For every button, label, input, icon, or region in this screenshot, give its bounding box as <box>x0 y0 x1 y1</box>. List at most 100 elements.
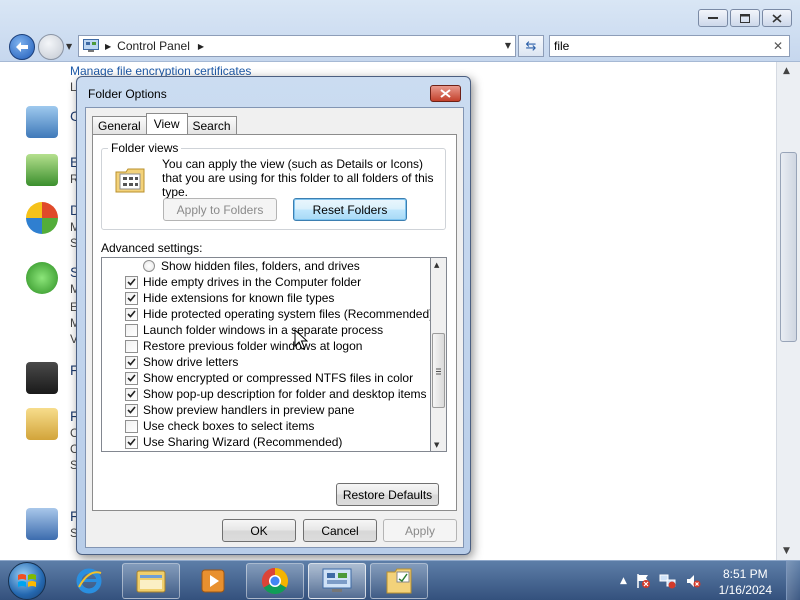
taskbar-explorer[interactable] <box>122 563 180 599</box>
folder-views-description: You can apply the view (such as Details … <box>162 157 434 199</box>
list-item-label: Show pop-up description for folder and d… <box>143 387 427 401</box>
radio-button[interactable] <box>143 260 155 272</box>
cancel-button[interactable]: Cancel <box>303 519 377 542</box>
apply-button[interactable]: Apply <box>383 519 457 542</box>
tab-view[interactable]: View <box>145 113 188 134</box>
scroll-down-icon[interactable]: ▼ <box>434 441 439 449</box>
show-desktop-button[interactable] <box>786 561 800 600</box>
tab-general[interactable]: General <box>92 116 147 134</box>
list-item-label: Hide protected operating system files (R… <box>143 307 431 321</box>
network-icon <box>26 508 58 540</box>
taskbar-media-player[interactable] <box>184 563 242 599</box>
recent-pages-dropdown[interactable]: ▼ <box>66 42 72 51</box>
explorer-scrollbar[interactable]: ▲ ▼ <box>776 62 800 560</box>
dialog-close-button[interactable] <box>430 85 461 102</box>
dialog-title: Folder Options <box>88 87 167 101</box>
list-item[interactable]: Show pop-up description for folder and d… <box>125 386 427 402</box>
list-item[interactable]: Launch folder windows in a separate proc… <box>125 322 383 338</box>
scroll-up-icon[interactable]: ▲ <box>783 66 790 76</box>
back-arrow-icon <box>16 42 28 52</box>
list-item-label: Use check boxes to select items <box>143 419 315 433</box>
control-panel-icon <box>83 39 99 52</box>
back-button[interactable] <box>9 34 35 60</box>
action-center-flag-icon[interactable] <box>635 573 651 589</box>
taskbar-ie[interactable] <box>60 563 118 599</box>
checkbox[interactable] <box>125 403 138 417</box>
maximize-button[interactable] <box>730 9 760 27</box>
mouse-cursor-icon <box>294 329 308 350</box>
list-item[interactable]: Show drive letters <box>125 354 238 370</box>
checkbox[interactable] <box>125 307 138 321</box>
minimize-button[interactable] <box>698 9 728 27</box>
advanced-settings-list[interactable]: Show hidden files, folders, and drives H… <box>101 257 431 452</box>
scroll-up-icon[interactable]: ▲ <box>434 261 439 269</box>
network-icon[interactable] <box>659 573 677 589</box>
folder-views-group: Folder views You can apply the view (suc… <box>101 141 446 230</box>
list-item[interactable]: Hide extensions for known file types <box>125 290 334 306</box>
list-item-label: Restore previous folder windows at logon <box>143 339 363 353</box>
clock[interactable]: 8:51 PM 1/16/2024 <box>719 566 772 598</box>
checkbox[interactable] <box>125 339 138 353</box>
checkbox[interactable] <box>125 387 138 401</box>
checkmark-icon <box>127 310 136 318</box>
scrollbar-thumb[interactable] <box>780 152 797 342</box>
forward-button[interactable] <box>38 34 64 60</box>
close-icon <box>772 13 782 23</box>
folder-views-icon <box>115 168 145 193</box>
start-button[interactable] <box>8 562 46 600</box>
list-item[interactable]: Use check boxes to select items <box>125 418 314 434</box>
control-panel-icon <box>322 568 352 592</box>
folder-views-legend: Folder views <box>108 141 182 155</box>
reset-folders-button[interactable]: Reset Folders <box>293 198 407 221</box>
list-item-label: Show hidden files, folders, and drives <box>161 259 360 273</box>
scrollbar-thumb[interactable] <box>432 333 445 408</box>
taskbar-chrome[interactable] <box>246 563 304 599</box>
list-item[interactable]: Hide empty drives in the Computer folder <box>125 274 361 290</box>
list-item[interactable]: Show hidden files, folders, and drives <box>143 258 360 274</box>
checkbox[interactable] <box>125 355 138 369</box>
breadcrumb-arrow-icon[interactable]: ▶ <box>105 42 111 51</box>
close-button[interactable] <box>762 9 792 27</box>
folder-options-icon <box>386 568 412 594</box>
advanced-list-scrollbar[interactable]: ▲ ▼ <box>431 257 447 452</box>
checkbox[interactable] <box>125 291 138 305</box>
advanced-settings-label: Advanced settings: <box>101 241 203 255</box>
taskbar-control-panel[interactable] <box>308 563 366 599</box>
defender-icon <box>26 202 58 234</box>
list-item[interactable]: Show preview handlers in preview pane <box>125 402 354 418</box>
close-icon <box>440 89 451 98</box>
apply-to-folders-button[interactable]: Apply to Folders <box>163 198 277 221</box>
ie-icon <box>76 568 102 594</box>
address-bar[interactable]: ▶ Control Panel ▶ ▼ <box>78 35 516 57</box>
address-dropdown-icon[interactable]: ▼ <box>505 41 511 50</box>
checkbox[interactable] <box>125 323 138 337</box>
list-item[interactable]: Hide protected operating system files (R… <box>125 306 431 322</box>
show-hidden-icons-icon[interactable]: ▲ <box>620 576 627 586</box>
volume-muted-icon[interactable] <box>685 573 701 589</box>
list-item-label: Hide empty drives in the Computer folder <box>143 275 362 289</box>
restore-defaults-button[interactable]: Restore Defaults <box>336 483 439 506</box>
list-item-label: Show drive letters <box>143 355 239 369</box>
search-input[interactable]: file ✕ <box>549 35 790 57</box>
tab-strip: General View Search <box>92 113 237 134</box>
tab-search[interactable]: Search <box>186 116 237 134</box>
breadcrumb-arrow-icon[interactable]: ▶ <box>198 42 204 51</box>
checkmark-icon <box>127 390 136 398</box>
chrome-icon <box>261 567 289 595</box>
refresh-button[interactable]: ⇆ <box>518 35 544 57</box>
file-explorer-icon <box>136 570 166 593</box>
list-item[interactable]: Show encrypted or compressed NTFS files … <box>125 370 413 386</box>
list-item[interactable]: Use Sharing Wizard (Recommended) <box>125 434 342 450</box>
scroll-down-icon[interactable]: ▼ <box>783 546 790 556</box>
taskbar-folder-options[interactable] <box>370 563 428 599</box>
checkbox[interactable] <box>125 275 138 289</box>
checkbox[interactable] <box>125 435 138 449</box>
list-item[interactable]: Restore previous folder windows at logon <box>125 338 362 354</box>
checkmark-icon <box>127 438 136 446</box>
breadcrumb-control-panel[interactable]: Control Panel <box>117 39 190 53</box>
checkbox[interactable] <box>125 371 138 385</box>
grip-icon <box>436 368 441 375</box>
clear-search-icon[interactable]: ✕ <box>773 39 783 53</box>
checkbox[interactable] <box>125 419 138 433</box>
ok-button[interactable]: OK <box>222 519 296 542</box>
